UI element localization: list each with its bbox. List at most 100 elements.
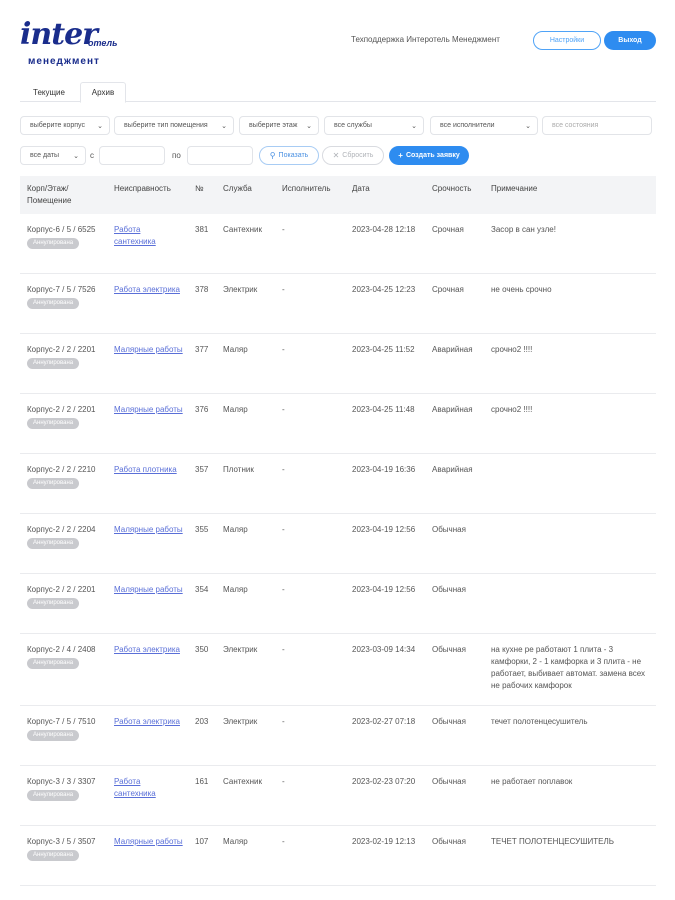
tab-archive[interactable]: Архив <box>80 82 126 103</box>
date-cell: 2023-04-25 12:23 <box>352 285 416 294</box>
urgency-cell: Обычная <box>432 585 466 594</box>
location-cell: Корпус-7 / 5 / 7526 Аннулирована <box>27 284 107 309</box>
exit-button[interactable]: Выход <box>604 31 656 50</box>
create-request-button[interactable]: + Создать заявку <box>389 146 469 165</box>
date-cell: 2023-04-19 12:56 <box>352 585 416 594</box>
dates-select-value: все даты <box>30 152 60 159</box>
status-badge: Аннулирована <box>27 418 80 429</box>
table-row[interactable]: Корпус-2 / 2 / 2201 Аннулирована Малярные … <box>20 394 656 454</box>
status-badge: Аннулирована <box>27 538 80 549</box>
table-row[interactable]: Корпус-6 / 5 / 6525 Аннулирована Работа са… <box>20 214 656 274</box>
settings-button[interactable]: Настройки <box>533 31 601 50</box>
table-row[interactable]: Корпус-3 / 3 / 3307 Аннулирована Работа са… <box>20 766 656 826</box>
status-badge: Аннулирована <box>27 298 80 309</box>
location-text: Корпус-2 / 2 / 2210 <box>27 465 96 474</box>
column-header-note[interactable]: Примечание <box>491 183 653 195</box>
fault-cell: Работа сантехника <box>114 776 184 800</box>
show-button[interactable]: ⚲ Показать <box>259 146 319 165</box>
date-cell: 2023-02-19 12:13 <box>352 837 416 846</box>
location-cell: Корпус-7 / 5 / 7510 Аннулирована <box>27 716 107 741</box>
column-header-urgency[interactable]: Срочность <box>432 183 487 195</box>
column-header-service[interactable]: Служба <box>223 183 278 195</box>
executor-cell: - <box>282 465 285 474</box>
location-cell: Корпус-3 / 3 / 3307 Аннулирована <box>27 776 107 801</box>
fault-link[interactable]: Работа плотника <box>114 465 177 474</box>
location-text: Корпус-2 / 2 / 2201 <box>27 585 96 594</box>
executor-cell: - <box>282 645 285 654</box>
fault-link[interactable]: Малярные работы <box>114 837 183 846</box>
executor-cell: - <box>282 225 285 234</box>
floor-select-value: выберите этаж <box>249 122 298 129</box>
column-header-fault[interactable]: Неисправность <box>114 183 184 195</box>
building-select-value: выберите корпус <box>30 122 85 129</box>
location-cell: Корпус-3 / 5 / 3507 Аннулирована <box>27 836 107 861</box>
fault-link[interactable]: Малярные работы <box>114 525 183 534</box>
fault-link[interactable]: Малярные работы <box>114 345 183 354</box>
table-row[interactable]: Корпус-7 / 5 / 7526 Аннулирована Работа эл… <box>20 274 656 334</box>
table-row[interactable]: Корпус-2 / 2 / 2210 Аннулирована Работа пл… <box>20 454 656 514</box>
service-cell: Маляр <box>223 345 248 354</box>
location-text: Корпус-3 / 5 / 3507 <box>27 837 96 846</box>
status-badge: Аннулирована <box>27 358 80 369</box>
fault-cell: Работа электрика <box>114 716 184 728</box>
service-cell: Маляр <box>223 525 248 534</box>
dates-select[interactable]: все даты ⌄ <box>20 146 86 165</box>
fault-link[interactable]: Работа электрика <box>114 717 180 726</box>
executor-select-value: все исполнители <box>440 122 495 129</box>
service-cell: Сантехник <box>223 777 262 786</box>
service-cell: Маляр <box>223 405 248 414</box>
location-cell: Корпус-2 / 2 / 2204 Аннулирована <box>27 524 107 549</box>
executor-cell: - <box>282 717 285 726</box>
status-badge: Аннулирована <box>27 850 80 861</box>
search-icon: ⚲ <box>269 151 276 160</box>
table-row[interactable]: Корпус-3 / 5 / 3507 Аннулирована Малярные … <box>20 826 656 886</box>
fault-link[interactable]: Работа сантехника <box>114 777 156 798</box>
date-to-label: по <box>172 151 181 160</box>
service-select[interactable]: все службы ⌄ <box>324 116 424 135</box>
column-header-number[interactable]: № <box>195 183 215 195</box>
chevron-down-icon: ⌄ <box>97 123 103 130</box>
fault-link[interactable]: Работа электрика <box>114 645 180 654</box>
tab-current[interactable]: Текущие <box>20 82 78 102</box>
fault-link[interactable]: Работа сантехника <box>114 225 156 246</box>
reset-button[interactable]: ✕ Сбросить <box>322 146 384 165</box>
status-badge: Аннулирована <box>27 598 80 609</box>
date-cell: 2023-04-19 12:56 <box>352 525 416 534</box>
location-text: Корпус-2 / 2 / 2201 <box>27 345 96 354</box>
service-cell: Маляр <box>223 585 248 594</box>
table-row[interactable]: Корпус-2 / 2 / 2201 Аннулирована Малярные … <box>20 334 656 394</box>
urgency-cell: Обычная <box>432 717 466 726</box>
reset-button-label: Сбросить <box>342 152 374 159</box>
fault-link[interactable]: Малярные работы <box>114 405 183 414</box>
note-cell: Засор в сан узле! <box>491 225 556 234</box>
floor-select[interactable]: выберите этаж ⌄ <box>239 116 319 135</box>
urgency-cell: Обычная <box>432 525 466 534</box>
table-row[interactable]: Корпус-2 / 2 / 2201 Аннулирована Малярные … <box>20 574 656 634</box>
table-row[interactable]: Корпус-7 / 5 / 7510 Аннулирована Работа эл… <box>20 706 656 766</box>
fault-link[interactable]: Работа электрика <box>114 285 180 294</box>
executor-select[interactable]: все исполнители ⌄ <box>430 116 538 135</box>
location-cell: Корпус-2 / 2 / 2201 Аннулирована <box>27 404 107 429</box>
column-header-location[interactable]: Корп/Этаж/Помещение <box>27 183 107 207</box>
urgency-cell: Срочная <box>432 225 464 234</box>
chevron-down-icon: ⌄ <box>73 153 79 160</box>
location-text: Корпус-3 / 3 / 3307 <box>27 777 96 786</box>
building-select[interactable]: выберите корпус ⌄ <box>20 116 110 135</box>
location-text: Корпус-2 / 2 / 2201 <box>27 405 96 414</box>
fault-link[interactable]: Малярные работы <box>114 585 183 594</box>
column-header-date[interactable]: Дата <box>352 183 422 195</box>
date-cell: 2023-04-19 16:36 <box>352 465 416 474</box>
table-row[interactable]: Корпус-2 / 2 / 2204 Аннулирована Малярные … <box>20 514 656 574</box>
fault-cell: Малярные работы <box>114 404 184 416</box>
table-row[interactable]: Корпус-2 / 4 / 2408 Аннулирована Работа эл… <box>20 634 656 706</box>
executor-cell: - <box>282 585 285 594</box>
note-cell: течет полотенцесушитель <box>491 717 588 726</box>
company-logo[interactable]: inter отель менеджмент <box>20 18 130 70</box>
date-from-input[interactable] <box>99 146 165 165</box>
column-header-executor[interactable]: Исполнитель <box>282 183 342 195</box>
room-type-select[interactable]: выберите тип помещения ⌄ <box>114 116 234 135</box>
status-filter-input[interactable]: все состояния <box>542 116 652 135</box>
urgency-cell: Аварийная <box>432 465 473 474</box>
date-to-input[interactable] <box>187 146 253 165</box>
chevron-down-icon: ⌄ <box>525 123 531 130</box>
